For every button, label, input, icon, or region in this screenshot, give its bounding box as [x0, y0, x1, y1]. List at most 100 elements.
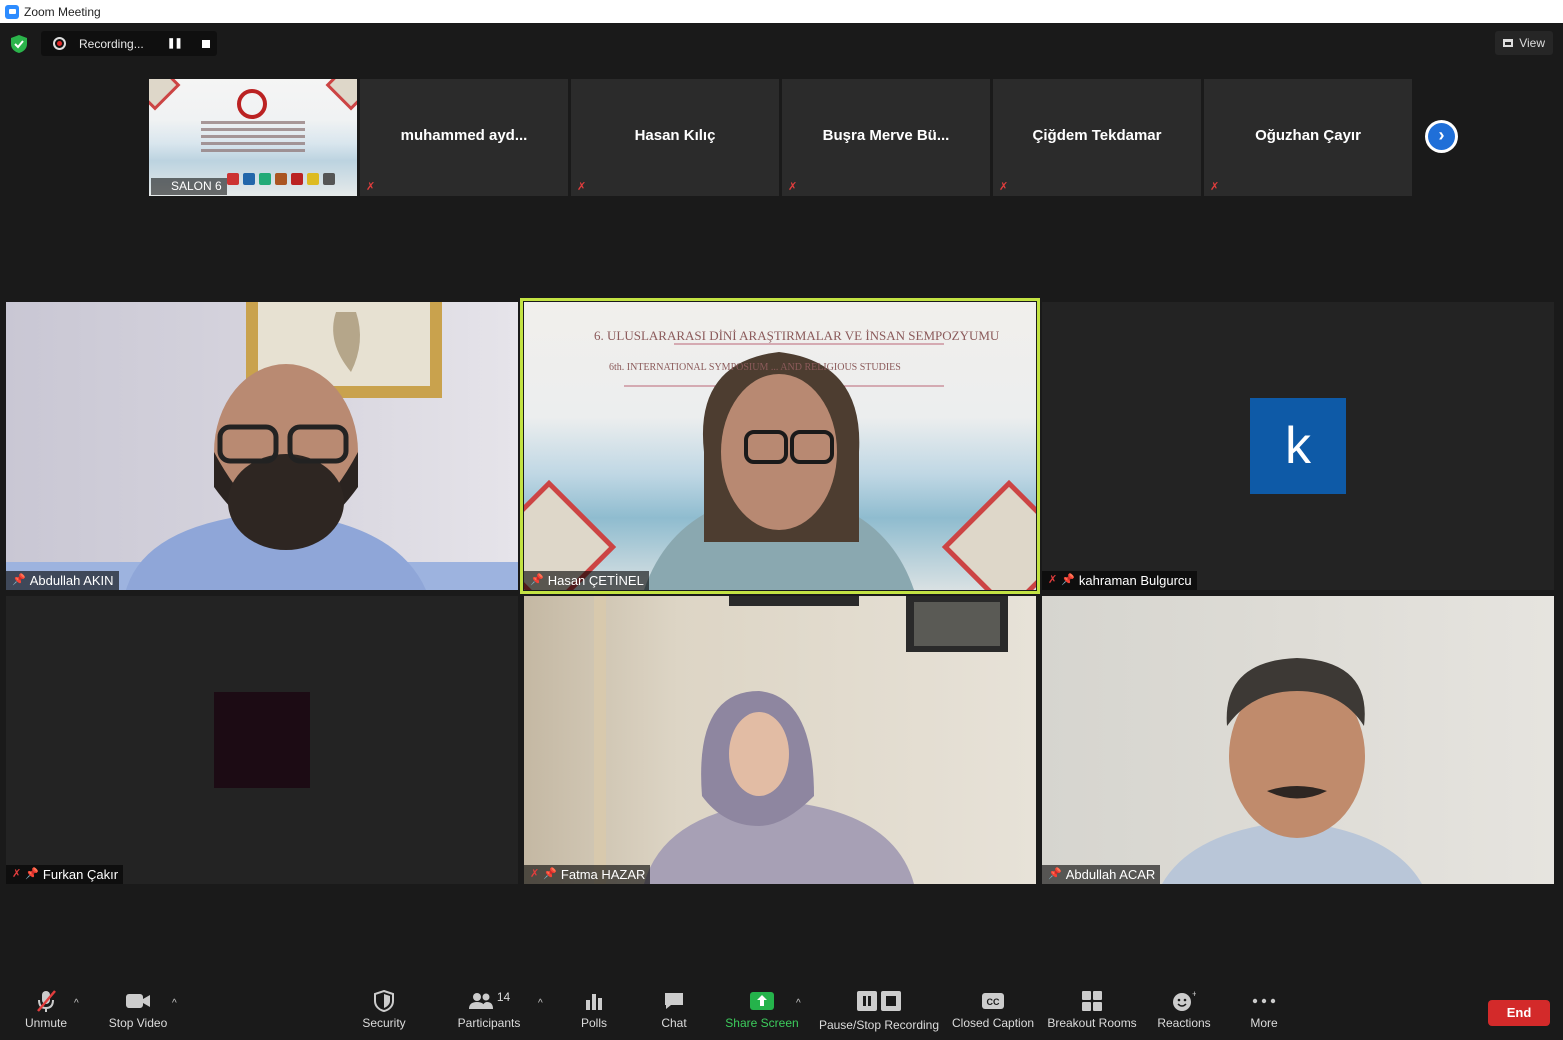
participants-button[interactable]: 14 Participants — [452, 986, 526, 1030]
participants-label: Participants — [457, 1016, 521, 1030]
share-screen-icon — [750, 992, 774, 1010]
video-tile[interactable]: k ✗ 📌 kahraman Bulgurcu — [1042, 302, 1554, 590]
unmute-label: Unmute — [24, 1016, 68, 1030]
chat-label: Chat — [661, 1016, 687, 1030]
view-label: View — [1519, 36, 1545, 50]
polls-button[interactable]: Polls — [572, 986, 616, 1030]
active-speaker-border — [520, 298, 1040, 594]
participant-label: ✗ 📌 kahraman Bulgurcu — [1042, 571, 1197, 590]
mic-muted-icon: ✗ — [1210, 181, 1220, 193]
svg-text:+: + — [1192, 990, 1196, 999]
strip-participant[interactable]: Hasan Kılıç ✗ — [571, 79, 779, 196]
share-screen-button[interactable]: Share Screen — [724, 986, 800, 1030]
chevron-right-icon: › — [1428, 123, 1455, 150]
participant-name: muhammed ayd... — [400, 127, 528, 144]
breakout-rooms-button[interactable]: Breakout Rooms — [1046, 986, 1138, 1030]
closed-caption-icon: CC — [982, 993, 1004, 1009]
participants-icon — [468, 993, 493, 1009]
pin-icon: 📌 — [1061, 574, 1075, 586]
reactions-label: Reactions — [1157, 1016, 1211, 1030]
end-meeting-button[interactable]: End — [1488, 1000, 1550, 1026]
participant-name: Fatma HAZAR — [560, 867, 646, 882]
avatar — [214, 692, 310, 788]
avatar: k — [1250, 398, 1346, 494]
pause-recording-icon[interactable]: ❚❚ — [167, 38, 183, 49]
participant-label: 📌 Abdullah ACAR — [1042, 865, 1161, 884]
participant-name: Oğuzhan Çayır — [1255, 127, 1361, 144]
participant-video — [1162, 658, 1422, 884]
chat-button[interactable]: Chat — [652, 986, 696, 1030]
salon-name: SALON 6 — [171, 179, 222, 193]
pin-icon: 📌 — [12, 574, 26, 586]
video-tile[interactable]: ✗ 📌 Fatma HAZAR — [524, 596, 1036, 884]
video-tile[interactable]: ✗ 📌 Furkan Çakır — [6, 596, 518, 884]
breakout-rooms-icon — [1082, 991, 1102, 1011]
chevron-up-icon[interactable]: ^ — [796, 998, 801, 1009]
decorative-corner — [325, 79, 357, 111]
symposium-logo-icon — [237, 89, 267, 119]
mic-muted-icon: ✗ — [577, 181, 587, 193]
chevron-up-icon[interactable]: ^ — [538, 998, 543, 1009]
closed-caption-button[interactable]: CC Closed Caption — [952, 986, 1034, 1030]
chevron-up-icon[interactable]: ^ — [172, 998, 177, 1009]
window-titlebar: Zoom Meeting — [0, 0, 1563, 23]
more-button[interactable]: More — [1242, 986, 1286, 1030]
reactions-smiley-icon: + — [1173, 990, 1196, 1011]
security-button[interactable]: Security — [356, 986, 412, 1030]
mic-muted-icon: ✗ — [788, 181, 798, 193]
pause-stop-recording-button[interactable]: Pause/Stop Recording — [818, 986, 940, 1032]
mic-muted-icon: ✗ — [999, 181, 1009, 193]
breakout-rooms-label: Breakout Rooms — [1047, 1016, 1137, 1030]
stop-video-label: Stop Video — [108, 1016, 168, 1030]
more-label: More — [1250, 1016, 1278, 1030]
strip-participant[interactable]: Buşra Merve Bü... ✗ — [782, 79, 990, 196]
more-dots-icon — [1252, 998, 1276, 1004]
end-label: End — [1506, 1005, 1532, 1020]
security-label: Security — [362, 1016, 406, 1030]
pin-icon: 📌 — [1048, 868, 1062, 880]
strip-participant[interactable]: Çiğdem Tekdamar ✗ — [993, 79, 1201, 196]
stop-recording-icon[interactable] — [201, 39, 210, 48]
participant-video — [594, 596, 1008, 884]
window-title: Zoom Meeting — [24, 4, 101, 19]
next-page-button[interactable]: › — [1425, 120, 1458, 153]
video-tile[interactable]: 📌 Abdullah ACAR — [1042, 596, 1554, 884]
strip-participant[interactable]: Oğuzhan Çayır ✗ — [1204, 79, 1412, 196]
zoom-logo-icon — [5, 4, 19, 19]
mic-muted-icon: ✗ — [366, 181, 376, 193]
reactions-button[interactable]: + Reactions — [1154, 986, 1214, 1030]
unmute-button[interactable]: Unmute — [18, 986, 74, 1030]
chevron-up-icon[interactable]: ^ — [74, 998, 79, 1009]
decorative-corner — [149, 79, 181, 111]
participant-name: Abdullah AKIN — [29, 573, 114, 588]
participant-label: ✗ 📌 Fatma HAZAR — [524, 865, 651, 884]
pin-icon: 📌 — [543, 868, 557, 880]
stop-icon — [881, 991, 901, 1011]
share-screen-label: Share Screen — [725, 1016, 799, 1030]
closed-caption-label: Closed Caption — [952, 1016, 1035, 1030]
participant-name: Buşra Merve Bü... — [822, 127, 950, 144]
view-button[interactable]: View — [1495, 31, 1553, 55]
pause-stop-recording-label: Pause/Stop Recording — [818, 1018, 940, 1032]
meeting-toolbar: Unmute ^ Stop Video ^ Security 14 Partic… — [0, 986, 1563, 1040]
participant-label: 📌 Abdullah AKIN — [6, 571, 119, 590]
security-shield-icon — [374, 990, 394, 1012]
recording-dot-icon — [53, 37, 66, 50]
participant-label: ✗ 📌 Furkan Çakır — [6, 865, 124, 884]
participant-video — [6, 302, 518, 590]
video-camera-icon — [126, 994, 150, 1008]
salon-label: SALON 6 — [151, 178, 227, 195]
meeting-topbar: Recording... ❚❚ View — [0, 23, 1563, 65]
svg-text:CC: CC — [987, 997, 1000, 1007]
pin-icon: 📌 — [25, 868, 39, 880]
view-grid-icon — [1503, 39, 1514, 47]
encryption-shield-icon[interactable] — [11, 35, 27, 53]
mic-muted-icon: ✗ — [12, 868, 22, 880]
chat-icon — [665, 993, 683, 1009]
recording-label: Recording... — [79, 36, 144, 51]
strip-participant[interactable]: muhammed ayd... ✗ — [360, 79, 568, 196]
polls-label: Polls — [580, 1016, 607, 1030]
video-tile[interactable]: 📌 Abdullah AKIN — [6, 302, 518, 590]
stop-video-button[interactable]: Stop Video — [104, 986, 172, 1030]
participant-name: Furkan Çakır — [42, 867, 119, 882]
